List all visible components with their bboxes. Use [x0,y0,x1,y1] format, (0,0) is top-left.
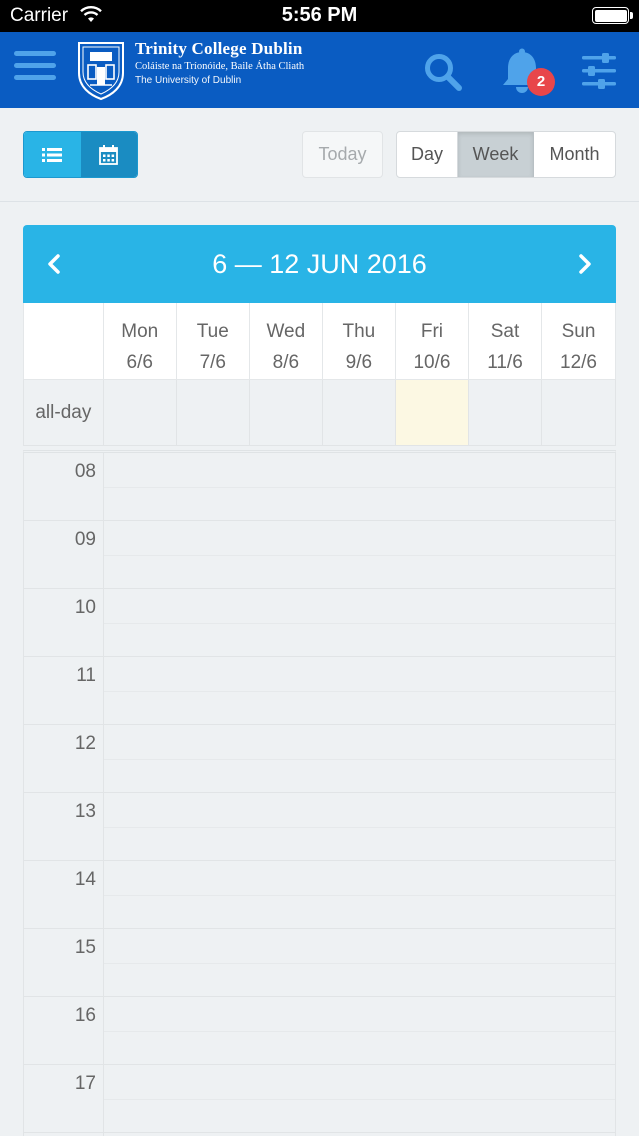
day-header-thu[interactable]: Thu 9/6 [323,303,396,379]
day-name: Wed [266,321,306,342]
hour-slot[interactable]: 09 [24,521,615,589]
hour-slot[interactable]: 15 [24,929,615,997]
hour-label: 08 [74,461,96,482]
brand-irish-name: Coláiste na Tríonóide, Baile Átha Cliath [135,61,305,72]
list-view-button[interactable] [24,132,81,177]
all-day-cell-thu[interactable] [323,380,396,445]
month-range-button[interactable]: Month [534,132,615,177]
hour-label: 12 [74,733,96,754]
all-day-cell-sun[interactable] [542,380,615,445]
status-bar: Carrier 5:56 PM [0,0,639,32]
list-icon [42,147,63,162]
day-name: Sun [561,321,596,342]
day-name: Thu [342,321,376,342]
day-date: 6/6 [126,352,153,373]
all-day-cell-fri-today[interactable] [395,380,469,445]
all-day-label: all-day [24,380,104,445]
half-hour-line [104,487,615,488]
brand-block: Trinity College Dublin Coláiste na Tríon… [135,39,304,86]
day-date: 11/6 [487,352,523,373]
day-header-fri[interactable]: Fri 10/6 [396,303,469,379]
time-grid[interactable]: 08 09 10 11 12 13 14 15 16 17 [23,450,616,1136]
search-icon[interactable] [422,51,464,93]
hour-label: 11 [76,665,96,686]
hour-slot[interactable]: 13 [24,793,615,861]
menu-icon-bar [14,51,56,56]
all-day-cell-mon[interactable] [104,380,177,445]
hour-slot[interactable]: 12 [24,725,615,793]
half-hour-line [104,895,615,896]
half-hour-line [104,759,615,760]
hour-slot[interactable]: 11 [24,657,615,725]
range-selector: Day Week Month [396,131,616,178]
calendar-icon [99,144,119,165]
day-name: Sat [490,321,520,342]
day-header-mon[interactable]: Mon 6/6 [104,303,177,379]
hour-slot[interactable]: 08 [24,453,615,521]
calendar-header: 6 — 12 JUN 2016 [23,225,616,303]
menu-icon-bar [14,75,56,80]
all-day-cell-wed[interactable] [250,380,323,445]
day-name: Tue [196,321,229,342]
week-calendar: 6 — 12 JUN 2016 Mon 6/6 Tue 7/6 Wed 8/6 Thu… [23,225,616,1136]
battery-tip [630,12,633,19]
hour-label: 17 [74,1073,96,1094]
day-name: Mon [121,321,159,342]
notification-badge: 2 [527,68,555,96]
day-date: 7/6 [199,352,226,373]
half-hour-line [104,691,615,692]
brand-university: The University of Dublin [135,75,242,86]
hour-slot[interactable]: 14 [24,861,615,929]
day-header-sat[interactable]: Sat 11/6 [469,303,542,379]
view-toggle [23,131,138,178]
hour-label: 13 [74,801,96,822]
half-hour-line [104,1031,615,1032]
day-date: 10/6 [413,352,451,373]
half-hour-line [104,555,615,556]
day-date: 8/6 [272,352,300,373]
filter-settings-icon[interactable] [580,53,618,89]
hour-slot[interactable]: 16 [24,997,615,1065]
next-week-arrow-icon[interactable] [570,249,600,279]
hour-label: 10 [74,597,96,618]
week-range-title: 6 — 12 JUN 2016 [212,249,427,279]
hour-slot[interactable]: 10 [24,589,615,657]
half-hour-line [104,1099,615,1100]
day-header-tue[interactable]: Tue 7/6 [177,303,250,379]
day-header-corner [24,303,104,379]
half-hour-line [104,963,615,964]
clock: 5:56 PM [281,4,358,26]
crest-logo-icon [78,42,124,101]
today-button[interactable]: Today [302,131,383,178]
all-day-cell-sat[interactable] [469,380,542,445]
hour-label: 14 [74,869,96,890]
menu-icon-bar [14,63,56,68]
day-range-button[interactable]: Day [397,132,458,177]
day-header-wed[interactable]: Wed 8/6 [250,303,323,379]
day-header-sun[interactable]: Sun 12/6 [542,303,615,379]
brand-name: Trinity College Dublin [135,39,303,58]
menu-button[interactable] [14,51,56,87]
calendar-toolbar: Today Day Week Month [0,108,639,202]
half-hour-line [104,623,615,624]
day-name: Fri [420,321,443,342]
day-header-row: Mon 6/6 Tue 7/6 Wed 8/6 Thu 9/6 Fri 10/6 Sat 1… [23,303,616,379]
all-day-cell-tue[interactable] [177,380,250,445]
battery-icon [592,7,629,24]
calendar-view-button[interactable] [80,132,137,177]
all-day-row: all-day [23,379,616,446]
half-hour-line [104,827,615,828]
app-header: Trinity College Dublin Coláiste na Tríon… [0,32,639,108]
hour-label: 15 [74,937,96,958]
day-date: 9/6 [345,352,373,373]
hour-label: 09 [74,529,96,550]
day-date: 12/6 [560,352,597,373]
week-range-button[interactable]: Week [458,132,534,177]
hour-label: 16 [74,1005,96,1026]
hour-slot[interactable]: 17 [24,1065,615,1133]
